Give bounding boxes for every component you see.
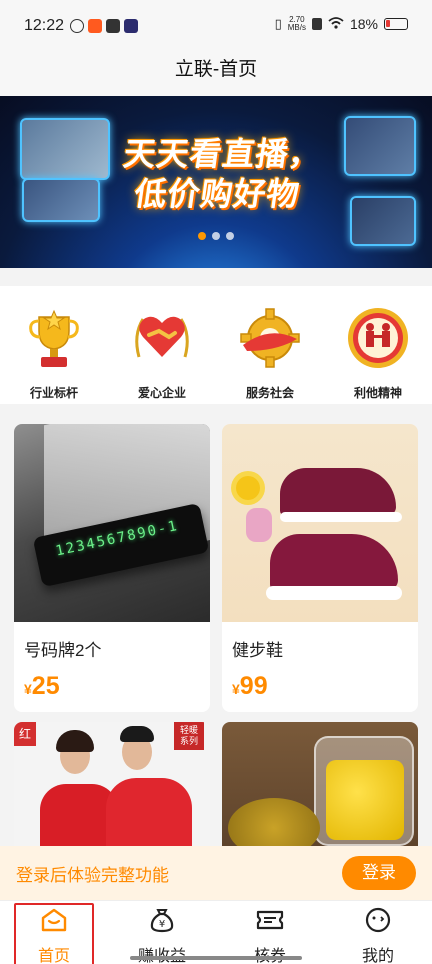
trophy-icon [20,304,88,372]
sunflower-decoration [236,476,260,500]
product-card[interactable]: 健步鞋 ¥99 [222,424,418,712]
tab-coupon-verify[interactable]: 核券 [216,901,324,964]
sim-icon [311,18,322,30]
tab-mine[interactable]: 我的 [324,901,432,964]
honor-label: 爱心企业 [137,386,186,400]
battery-percent: 18% [349,16,378,32]
product-price: ¥25 [14,666,210,701]
currency-symbol: ¥ [24,681,32,697]
brand-tag-line1: 轻暖 [179,725,198,735]
tab-label: 赚收益 [138,942,186,964]
banner-slogan-line2: 低价购好物 [132,175,303,213]
banner-screen-decoration [344,116,416,176]
product-card[interactable]: 1234567890-1 号码牌2个 ¥25 [14,424,210,712]
handshake-badge-icon [344,304,412,372]
model-shirt-right [106,778,192,852]
banner-slogan: 天天看直播， 低价购好物 [99,134,340,214]
svg-text:¥: ¥ [159,919,165,930]
honor-item-caring-enterprise[interactable]: 爱心企业 [108,286,216,404]
tab-earnings[interactable]: ¥ 赚收益 [108,901,216,964]
login-prompt-bar: 登录后体验完整功能 登录 [0,846,432,900]
price-value: 25 [31,672,60,700]
shoe-bottom-sole [266,586,402,600]
product-image-walking-shoes [222,424,418,622]
system-home-indicator[interactable] [130,956,302,960]
product-image-chrysanthemum-tea [222,722,418,852]
banner-screen-decoration [350,196,416,246]
currency-symbol: ¥ [232,681,240,697]
honor-item-altruism[interactable]: 利他精神 [324,286,432,404]
tab-home[interactable]: 首页 [0,901,108,964]
tea-flowers [326,760,404,840]
brand-tag-line2: 系列 [179,736,198,746]
shoe-top-sole [280,512,402,522]
network-speed: 2.70 MB/s [288,16,306,32]
tab-label: 首页 [37,948,70,964]
login-tip: 登录后体验完整功能 [16,865,169,885]
gear-ribbon-icon [236,304,304,372]
honor-label: 利他精神 [353,386,402,400]
honor-item-industry-benchmark[interactable]: 行业标杆 [0,286,108,404]
product-image-red-thermal-clothing: 红 轻暖 系列 [14,722,210,852]
network-speed-unit: MB/s [287,23,306,32]
notification-play-icon [124,19,138,33]
model-hair-right [120,726,154,742]
model-hair-left [56,730,94,752]
notification-app-icon [70,19,84,33]
ticket-icon [255,907,285,938]
status-right: ▯ 2.70 MB/s 18% [275,16,408,32]
wifi-icon [328,16,344,32]
home-icon [40,907,68,938]
tab-label: 我的 [361,948,394,964]
honor-label: 服务社会 [245,386,294,400]
login-button[interactable]: 登录 [342,856,416,890]
money-bag-icon: ¥ [148,907,176,938]
dried-flowers-pile [228,798,320,852]
vibrate-icon: ▯ [274,16,282,31]
banner-page-indicator [198,232,234,240]
product-card[interactable]: 红 轻暖 系列 [14,722,210,852]
honor-item-serve-society[interactable]: 服务社会 [216,286,324,404]
title-bar: 立联-首页 [0,50,432,96]
product-card[interactable] [222,722,418,852]
product-image-parking-number-plate: 1234567890-1 [14,424,210,622]
banner-carousel[interactable]: 天天看直播， 低价购好物 [0,96,432,268]
product-name: 号码牌2个 [24,641,102,660]
price-value: 99 [239,672,268,700]
banner-screen-decoration [20,118,110,180]
product-price: ¥99 [222,666,418,701]
corner-tag: 红 [14,722,36,746]
brand-tag: 轻暖 系列 [174,722,204,750]
battery-icon [384,18,408,30]
status-bar: 12:22 ▯ 2.70 MB/s 18% [0,0,432,50]
shoe-bottom [270,534,398,590]
page-dot [212,232,220,240]
bottom-tab-bar: 首页 ¥ 赚收益 核券 我的 [0,900,432,964]
honors-row: 行业标杆 爱心企业 服务社会 利他精神 [0,286,432,404]
page-dot-active [198,232,206,240]
status-time: 12:22 [24,17,65,34]
vase-decoration [246,508,272,542]
page-dot [226,232,234,240]
product-name: 健步鞋 [232,641,283,660]
tab-label: 核券 [254,942,286,964]
shoe-top [280,468,396,516]
notification-mail-icon [106,19,120,33]
honor-label: 行业标杆 [29,386,78,400]
heart-handshake-icon [128,304,196,372]
notification-app-icon [88,19,102,33]
banner-slogan-line1: 天天看直播， [121,135,325,173]
page-title: 立联-首页 [174,59,258,80]
banner-screen-decoration [22,178,100,222]
user-face-icon [364,907,392,938]
